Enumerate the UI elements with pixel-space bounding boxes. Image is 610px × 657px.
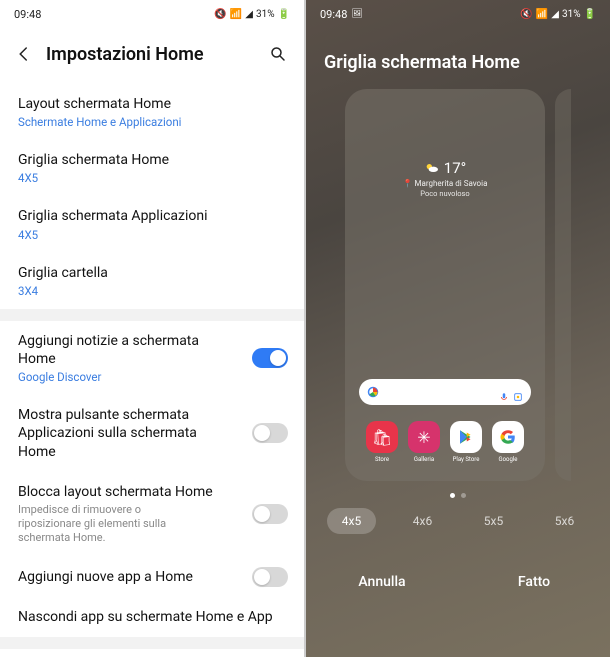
app-playstore: Play Store bbox=[450, 421, 482, 463]
item-badge[interactable]: Badge icona applicazione Numero bbox=[0, 649, 304, 657]
chevron-left-icon bbox=[15, 45, 33, 63]
pin-icon: 📍 bbox=[403, 179, 413, 188]
signal-icon: ◢ bbox=[245, 9, 253, 20]
toggle-add-new[interactable] bbox=[252, 567, 288, 587]
page-title: Impostazioni Home bbox=[46, 44, 266, 65]
battery-icon: 🔋 bbox=[278, 9, 290, 20]
app-google: Google bbox=[492, 421, 524, 463]
toggle-show-apps[interactable] bbox=[252, 423, 288, 443]
status-bar: 09:48 🔇 📶 ◢ 31% 🔋 bbox=[0, 0, 304, 28]
item-grid-home[interactable]: Griglia schermata Home 4X5 bbox=[0, 140, 304, 196]
dock-row: 🛍 Store ✳ Galleria Play Store bbox=[345, 421, 545, 463]
item-title: Blocca layout schermata Home bbox=[18, 483, 244, 501]
wifi-icon: 📶 bbox=[230, 9, 242, 20]
google-search-bar bbox=[359, 379, 531, 405]
weather-icon bbox=[424, 160, 440, 176]
battery-text: 31% bbox=[562, 9, 581, 20]
grid-option-5x6[interactable]: 5x6 bbox=[540, 508, 589, 534]
battery-text: 31% bbox=[256, 9, 275, 20]
gallery-icon: ✳ bbox=[408, 421, 440, 453]
item-sub: 4X5 bbox=[18, 171, 286, 185]
section-divider bbox=[0, 637, 304, 649]
back-button[interactable] bbox=[14, 44, 34, 64]
pager-dot bbox=[461, 493, 466, 498]
preview-card[interactable]: 17° 📍 Margherita di Savoia Poco nuvoloso… bbox=[345, 89, 545, 481]
toggle-lock[interactable] bbox=[252, 504, 288, 524]
app-label: Google bbox=[499, 456, 518, 463]
google-icon bbox=[367, 386, 379, 398]
item-title: Layout schermata Home bbox=[18, 95, 286, 113]
item-title: Griglia schermata Applicazioni bbox=[18, 207, 286, 225]
search-button[interactable] bbox=[266, 42, 290, 66]
app-label: Play Store bbox=[453, 456, 480, 463]
wifi-icon: 📶 bbox=[536, 9, 548, 20]
item-sub: Google Discover bbox=[18, 370, 244, 384]
settings-list: Layout schermata Home Schermate Home e A… bbox=[0, 84, 304, 657]
settings-screen: 09:48 🔇 📶 ◢ 31% 🔋 Impostazioni Home Layo… bbox=[0, 0, 304, 657]
item-lock-layout[interactable]: Blocca layout schermata Home Impedisce d… bbox=[0, 472, 304, 557]
done-button[interactable]: Fatto bbox=[458, 574, 610, 590]
item-show-apps-btn[interactable]: Mostra pulsante schermata Applicazioni s… bbox=[0, 395, 304, 472]
item-title: Aggiungi nuove app a Home bbox=[18, 568, 244, 586]
status-time: 09:48 bbox=[14, 8, 41, 21]
cancel-button[interactable]: Annulla bbox=[306, 574, 458, 590]
preview-carousel[interactable]: 17° 📍 Margherita di Savoia Poco nuvoloso… bbox=[306, 83, 610, 489]
battery-icon: 🔋 bbox=[584, 9, 596, 20]
item-title: Nascondi app su schermate Home e App bbox=[18, 608, 286, 626]
item-sub: 3X4 bbox=[18, 284, 286, 298]
grid-option-4x5[interactable]: 4x5 bbox=[327, 508, 376, 534]
grid-picker-screen: 09:48 🖼 🔇 📶 ◢ 31% 🔋 Griglia schermata Ho… bbox=[306, 0, 610, 657]
grid-picker-title: Griglia schermata Home bbox=[306, 28, 610, 83]
item-title: Mostra pulsante schermata Applicazioni s… bbox=[18, 406, 244, 461]
mute-icon: 🔇 bbox=[520, 9, 532, 20]
item-sub: Schermate Home e Applicazioni bbox=[18, 115, 286, 129]
grid-option-4x6[interactable]: 4x6 bbox=[398, 508, 447, 534]
action-bar: Annulla Fatto bbox=[306, 544, 610, 608]
grid-option-5x5[interactable]: 5x5 bbox=[469, 508, 518, 534]
item-news[interactable]: Aggiungi notizie a schermata Home Google… bbox=[0, 321, 304, 395]
item-hide-apps[interactable]: Nascondi app su schermate Home e App bbox=[0, 597, 304, 637]
item-grid-apps[interactable]: Griglia schermata Applicazioni 4X5 bbox=[0, 196, 304, 252]
status-bar: 09:48 🖼 🔇 📶 ◢ 31% 🔋 bbox=[306, 0, 610, 28]
store-icon: 🛍 bbox=[366, 421, 398, 453]
item-title: Aggiungi notizie a schermata Home bbox=[18, 332, 244, 368]
app-label: Store bbox=[375, 456, 389, 463]
preview-card-next[interactable] bbox=[555, 89, 571, 481]
item-grid-folder[interactable]: Griglia cartella 3X4 bbox=[0, 253, 304, 309]
item-sub: 4X5 bbox=[18, 228, 286, 242]
weather-widget: 17° 📍 Margherita di Savoia Poco nuvoloso bbox=[345, 159, 545, 198]
weather-desc: Poco nuvoloso bbox=[345, 189, 545, 198]
item-desc: Impedisce di rimuovere o riposizionare g… bbox=[18, 503, 244, 546]
signal-icon: ◢ bbox=[551, 9, 559, 20]
settings-header: Impostazioni Home bbox=[0, 28, 304, 84]
pager-dot bbox=[450, 493, 455, 498]
lens-icon bbox=[513, 387, 523, 397]
google-app-icon bbox=[492, 421, 524, 453]
app-store: 🛍 Store bbox=[366, 421, 398, 463]
item-add-new-apps[interactable]: Aggiungi nuove app a Home bbox=[0, 557, 304, 597]
item-title: Griglia cartella bbox=[18, 264, 286, 282]
toggle-news[interactable] bbox=[252, 348, 288, 368]
section-divider bbox=[0, 309, 304, 321]
playstore-icon bbox=[450, 421, 482, 453]
status-icons: 🔇 📶 ◢ 31% 🔋 bbox=[214, 9, 290, 20]
weather-temp: 17° bbox=[444, 159, 466, 177]
weather-location: Margherita di Savoia bbox=[415, 179, 488, 188]
mic-icon bbox=[499, 387, 509, 397]
app-gallery: ✳ Galleria bbox=[408, 421, 440, 463]
screenshot-icon: 🖼 bbox=[351, 9, 362, 19]
search-icon bbox=[269, 45, 287, 63]
mute-icon: 🔇 bbox=[214, 9, 226, 20]
status-time: 09:48 bbox=[320, 8, 347, 21]
app-label: Galleria bbox=[414, 456, 434, 463]
status-icons: 🔇 📶 ◢ 31% 🔋 bbox=[520, 9, 596, 20]
item-layout[interactable]: Layout schermata Home Schermate Home e A… bbox=[0, 84, 304, 140]
item-title: Griglia schermata Home bbox=[18, 151, 286, 169]
grid-options: 4x5 4x6 5x5 5x6 bbox=[306, 498, 610, 544]
